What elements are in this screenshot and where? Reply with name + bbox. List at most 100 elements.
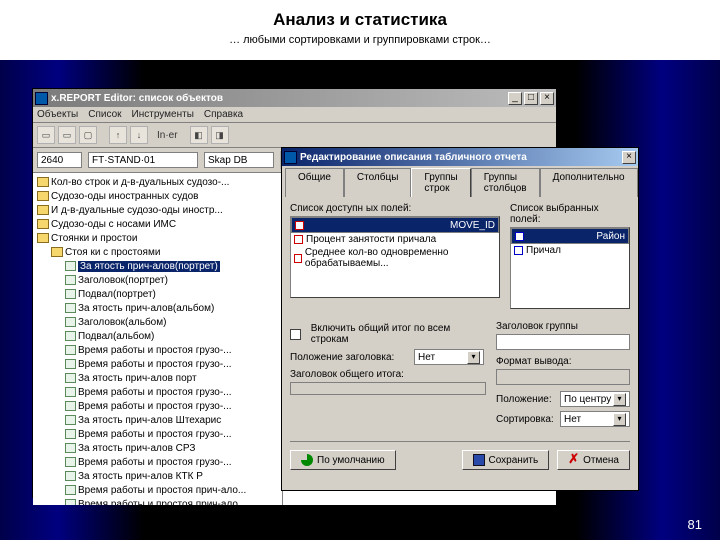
toolbar-icon[interactable]: ▭ [58,126,76,144]
tree-node[interactable]: За ятость прич-алов(портрет) [35,259,280,273]
report-icon [65,485,76,495]
align-select[interactable]: По центру▾ [560,391,630,407]
tree-node[interactable]: Подвал(альбом) [35,329,280,343]
tree-node[interactable]: Заголовок(портрет) [35,273,280,287]
menu-list[interactable]: Список [88,109,121,120]
report-icon [65,429,76,439]
dialog-close-button[interactable]: × [622,151,636,164]
toolbar-down-icon[interactable]: ↓ [130,126,148,144]
tab-general[interactable]: Общие [285,168,344,197]
tree-node[interactable]: За ятость прич-алов СРЗ [35,441,280,455]
selected-fields-list[interactable]: Район Причал [510,227,630,309]
tree-node[interactable]: Время работы и простоя грузо-... [35,427,280,441]
tab-bar: Общие Столбцы Группы строк Группы столбц… [282,166,638,197]
dialog-title: Редактирование описания табличного отчет… [300,152,620,163]
align-label: Положение: [496,394,554,405]
report-icon [65,359,76,369]
refresh-icon [301,454,313,466]
tree-node[interactable]: Стоянки и простои [35,231,280,245]
default-button[interactable]: По умолчанию [290,450,396,470]
list-item[interactable]: MOVE_ID [291,217,499,233]
total-header-label: Заголовок общего итога: [290,369,404,380]
maximize-button[interactable]: □ [524,92,538,105]
folder-icon [37,233,49,243]
tree-node[interactable]: Заголовок(альбом) [35,315,280,329]
tree-node[interactable]: Время работы и простоя грузо-... [35,385,280,399]
report-icon [65,387,76,397]
tree-node[interactable]: За ятость прич-алов(альбом) [35,301,280,315]
tab-row-groups[interactable]: Группы строк [411,168,470,197]
checkbox-icon[interactable] [290,329,301,340]
close-button[interactable]: × [540,92,554,105]
folder-icon [51,247,63,257]
report-icon [65,443,76,453]
tree-node[interactable]: Время работы и простоя прич-ало... [35,497,280,505]
tab-additional[interactable]: Дополнительно [540,168,638,197]
tree-label: За ятость прич-алов Штехарис [78,415,221,426]
tree-view[interactable]: Кол-во строк и д-в-дуальных судозо-...Су… [33,173,283,505]
header-pos-select[interactable]: Нет▾ [414,349,484,365]
page-number: 81 [688,517,702,532]
tree-node[interactable]: Стоя ки с простоями [35,245,280,259]
toolbar-up-icon[interactable]: ↑ [109,126,127,144]
tree-label: Время работы и простоя грузо-... [78,401,232,412]
totals-checkbox-row[interactable]: Включить общий итог по всем строкам [290,323,486,345]
available-fields-label: Список доступн ых полей: [290,203,500,214]
tree-label: Время работы и простоя грузо-... [78,345,232,356]
tree-node[interactable]: Судозо-оды иностранных судов [35,189,280,203]
tree-label: Заголовок(альбом) [78,317,166,328]
list-item[interactable]: Процент занятости причала [291,233,499,246]
list-item[interactable]: Район [511,228,629,244]
sort-select[interactable]: Нет▾ [560,411,630,427]
tree-node[interactable]: За ятость прич-алов Штехарис [35,413,280,427]
list-item[interactable]: Среднее кол-во одновременно обрабатываем… [291,246,499,270]
toolbar-icon[interactable]: ▭ [37,126,55,144]
tree-node[interactable]: Время работы и простоя грузо-... [35,455,280,469]
addr-field-2[interactable] [88,152,198,168]
save-icon [473,454,485,466]
tab-columns[interactable]: Столбцы [344,168,412,197]
tree-node[interactable]: За ятость прич-алов порт [35,371,280,385]
tree-node[interactable]: И д-в-дуальные судозо-оды иностр... [35,203,280,217]
addr-field-3[interactable] [204,152,274,168]
main-titlebar[interactable]: x.REPORT Editor: список объектов _ □ × [33,89,556,107]
tree-label: За ятость прич-алов порт [78,373,197,384]
folder-icon [37,177,49,187]
tree-label: Кол-во строк и д-в-дуальных судозо-... [51,177,229,188]
format-input[interactable] [496,369,630,385]
addr-field-1[interactable] [37,152,82,168]
save-button[interactable]: Сохранить [462,450,550,470]
menu-tools[interactable]: Инструменты [132,109,194,120]
report-icon [65,289,76,299]
tree-node[interactable]: Время работы и простоя грузо-... [35,399,280,413]
tree-node[interactable]: Кол-во строк и д-в-дуальных судозо-... [35,175,280,189]
tab-col-groups[interactable]: Группы столбцов [471,168,540,197]
menu-help[interactable]: Справка [204,109,243,120]
dialog-titlebar[interactable]: Редактирование описания табличного отчет… [282,148,638,166]
tree-node[interactable]: За ятость прич-алов КТК Р [35,469,280,483]
tree-label: Время работы и простоя прич-ало... [78,485,246,496]
list-item[interactable]: Причал [511,244,629,257]
toolbar-icon[interactable]: ◧ [190,126,208,144]
report-icon [65,331,76,341]
tree-node[interactable]: Судозо-оды с носами ИМС [35,217,280,231]
tree-node[interactable]: Время работы и простоя грузо-... [35,343,280,357]
toolbar-icon[interactable]: ◨ [211,126,229,144]
tree-node[interactable]: Время работы и простоя прич-ало... [35,483,280,497]
tree-node[interactable]: Подвал(портрет) [35,287,280,301]
format-label: Формат вывода: [496,356,630,367]
report-icon [65,415,76,425]
report-icon [65,303,76,313]
available-fields-list[interactable]: MOVE_ID Процент занятости причала Средне… [290,216,500,298]
tree-label: За ятость прич-алов КТК Р [78,471,203,482]
cancel-button[interactable]: ✗Отмена [557,450,630,470]
group-header-input[interactable] [496,334,630,350]
menu-objects[interactable]: Объекты [37,109,78,120]
report-icon [65,345,76,355]
chevron-down-icon: ▾ [613,393,626,406]
tree-node[interactable]: Время работы и простоя грузо-... [35,357,280,371]
tree-label: Время работы и простоя грузо-... [78,429,232,440]
minimize-button[interactable]: _ [508,92,522,105]
toolbar-icon[interactable]: ▢ [79,126,97,144]
total-header-input[interactable] [290,382,486,395]
